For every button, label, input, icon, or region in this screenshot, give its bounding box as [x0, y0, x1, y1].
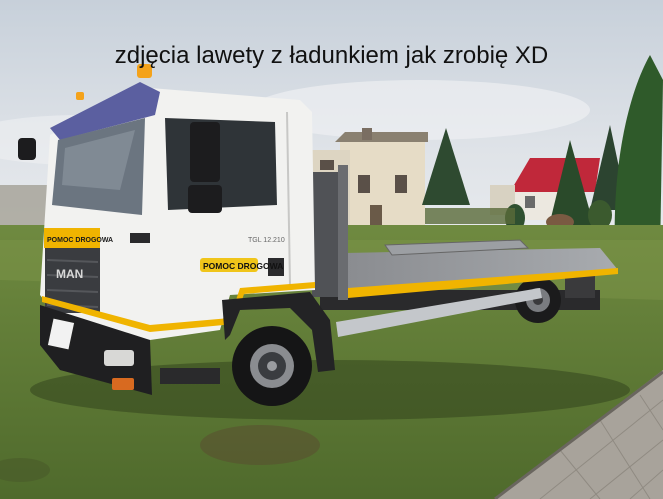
- photo-scene: MAN POMOC DROGOWA POMOC DROGOWA TGL 12.2…: [0, 0, 663, 499]
- door-handle: [130, 233, 150, 243]
- fence: [0, 185, 48, 230]
- fog-light: [112, 378, 134, 390]
- headlight: [104, 350, 134, 366]
- step: [160, 368, 220, 384]
- door-label: POMOC DROGOWA: [203, 261, 283, 271]
- brand-logo: MAN: [56, 267, 83, 281]
- model-badge: TGL 12.210: [248, 237, 285, 244]
- caption-text: zdjęcia lawety z ładunkiem jak zrobię XD: [115, 42, 549, 69]
- side-mirror-lower: [188, 185, 222, 213]
- headboard-frame: [338, 165, 348, 300]
- hedge: [425, 208, 515, 224]
- front-label: POMOC DROGOWA: [47, 237, 113, 244]
- front-wheel: [232, 326, 312, 406]
- beacon-light: [76, 92, 84, 100]
- left-mirror: [18, 138, 36, 160]
- mud-patch: [200, 425, 320, 465]
- side-mirror: [190, 122, 220, 182]
